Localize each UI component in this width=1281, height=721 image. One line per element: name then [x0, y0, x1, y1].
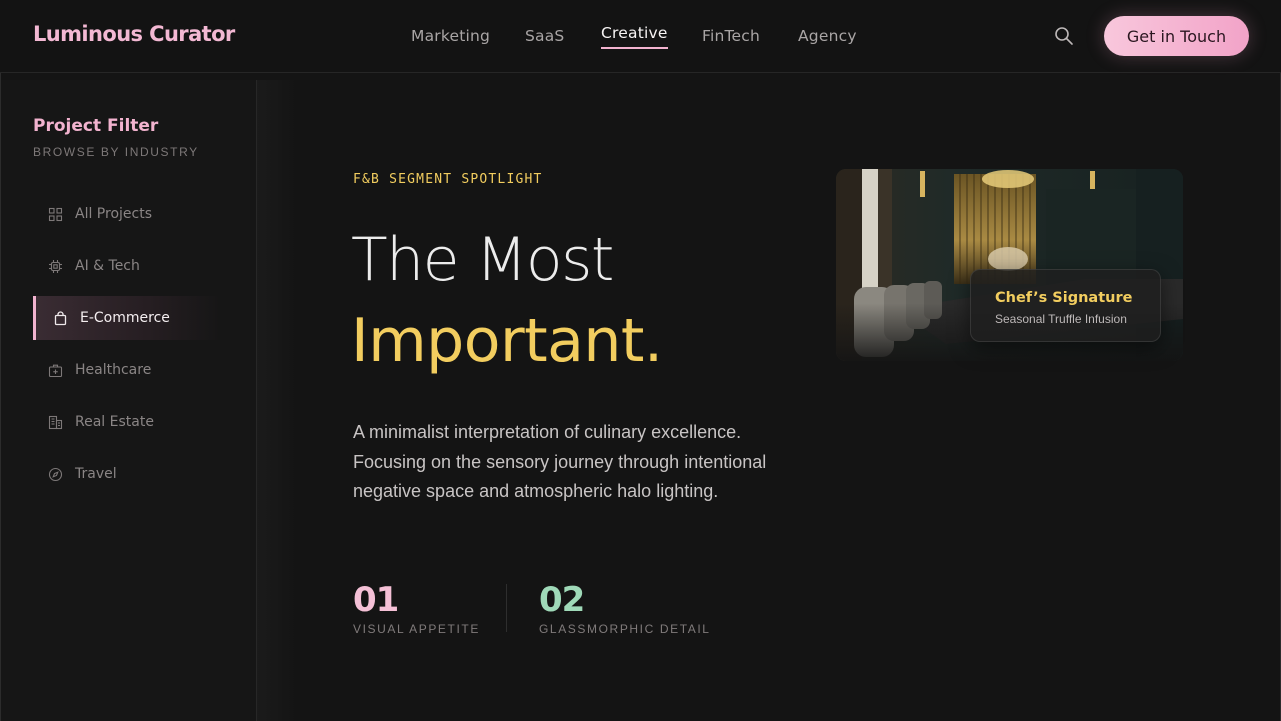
compass-icon — [48, 467, 63, 482]
stat-number: 01 — [353, 580, 399, 620]
sidebar-title: Project Filter — [33, 116, 159, 136]
sidebar-item-e-commerce[interactable]: E-Commerce — [33, 296, 221, 340]
nav-marketing[interactable]: Marketing — [411, 27, 490, 45]
segment-eyebrow: F&B SEGMENT SPOTLIGHT — [353, 172, 543, 187]
description-text: A minimalist interpretation of culinary … — [353, 422, 767, 501]
medical-kit-icon — [48, 363, 63, 378]
building-icon — [48, 415, 63, 430]
top-header: Luminous Curator Marketing SaaS Creative… — [0, 0, 1281, 73]
sidebar-item-ai-tech[interactable]: AI & Tech — [33, 244, 221, 288]
headline-line-2: Important. — [351, 306, 663, 376]
search-icon[interactable] — [1054, 26, 1074, 46]
stat-visual-appetite: 01 VISUAL APPETITE — [353, 580, 480, 636]
get-in-touch-button[interactable]: Get in Touch — [1104, 16, 1249, 56]
sidebar-item-label: E-Commerce — [80, 310, 170, 326]
sidebar-item-label: AI & Tech — [75, 258, 140, 274]
brand-logo[interactable]: Luminous Curator — [33, 22, 235, 46]
sidebar-item-real-estate[interactable]: Real Estate — [33, 400, 221, 444]
shopping-bag-icon — [53, 310, 68, 326]
sidebar-item-travel[interactable]: Travel — [33, 452, 221, 496]
nav-agency[interactable]: Agency — [798, 27, 857, 45]
card-subtitle: Seasonal Truffle Infusion — [995, 312, 1127, 326]
stat-label: GLASSMORPHIC DETAIL — [539, 622, 711, 636]
nav-saas[interactable]: SaaS — [525, 27, 564, 45]
sidebar-item-healthcare[interactable]: Healthcare — [33, 348, 221, 392]
chefs-signature-card: Chef’s Signature Seasonal Truffle Infusi… — [970, 269, 1161, 342]
sidebar-item-label: Real Estate — [75, 414, 154, 430]
sidebar-item-label: Healthcare — [75, 362, 152, 378]
sidebar-subtitle: BROWSE BY INDUSTRY — [33, 145, 199, 159]
project-filter-sidebar: Project Filter BROWSE BY INDUSTRY All Pr… — [1, 80, 257, 721]
grid-icon — [48, 207, 63, 222]
headline-line-1: The Most — [351, 225, 614, 295]
chip-icon — [48, 259, 63, 274]
stat-divider — [506, 584, 507, 632]
sidebar-item-label: Travel — [75, 466, 117, 482]
stat-number: 02 — [539, 580, 585, 620]
sidebar-item-label: All Projects — [75, 206, 152, 222]
sidebar-item-all-projects[interactable]: All Projects — [33, 192, 221, 236]
stat-glassmorphic-detail: 02 GLASSMORPHIC DETAIL — [539, 580, 711, 636]
stat-label: VISUAL APPETITE — [353, 622, 480, 636]
card-title: Chef’s Signature — [995, 290, 1133, 306]
sidebar-shadow — [257, 80, 297, 721]
nav-fintech[interactable]: FinTech — [702, 27, 760, 45]
nav-creative[interactable]: Creative — [601, 24, 668, 49]
